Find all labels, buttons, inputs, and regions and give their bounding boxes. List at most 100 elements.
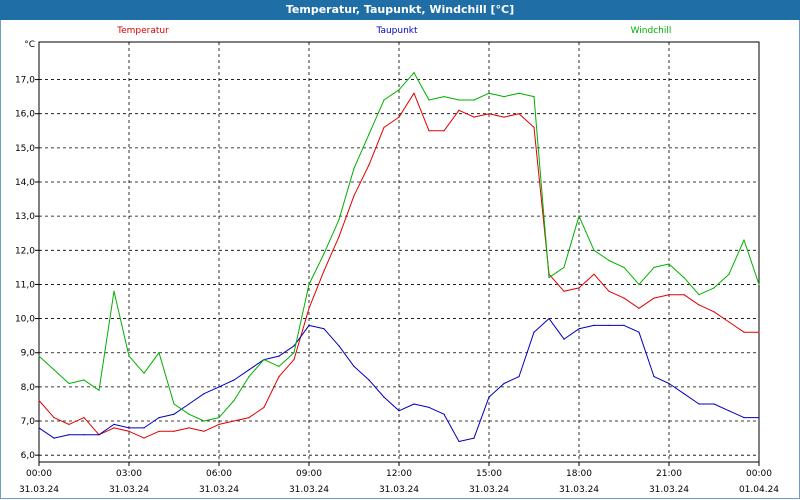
data-point-windchill bbox=[203, 420, 205, 422]
data-point-temperatur bbox=[428, 130, 430, 132]
x-tick-label-time: 12:00 bbox=[386, 469, 412, 479]
data-point-windchill bbox=[68, 382, 70, 385]
data-point-windchill bbox=[338, 219, 340, 221]
data-point-taupunkt bbox=[683, 393, 685, 395]
y-tick-label: 9,0 bbox=[21, 349, 36, 359]
data-point-taupunkt bbox=[83, 434, 85, 436]
data-point-taupunkt bbox=[563, 338, 565, 340]
data-point-windchill bbox=[368, 133, 370, 135]
legend-entry-temperatur: Temperatur bbox=[116, 26, 169, 36]
data-point-taupunkt bbox=[578, 328, 580, 330]
data-point-taupunkt bbox=[473, 437, 475, 439]
data-point-temperatur bbox=[488, 113, 490, 115]
data-point-taupunkt bbox=[533, 331, 535, 333]
data-point-taupunkt bbox=[638, 331, 640, 333]
x-tick-label-date: 31.03.24 bbox=[289, 485, 329, 495]
data-point-windchill bbox=[623, 266, 625, 268]
data-point-taupunkt bbox=[728, 410, 730, 412]
data-point-taupunkt bbox=[188, 403, 190, 405]
data-point-temperatur bbox=[743, 331, 745, 333]
data-point-temperatur bbox=[473, 116, 475, 118]
data-point-windchill bbox=[383, 99, 385, 101]
data-point-temperatur bbox=[413, 92, 415, 94]
data-point-windchill bbox=[728, 273, 730, 275]
data-point-windchill bbox=[593, 249, 595, 251]
data-point-windchill bbox=[308, 283, 310, 285]
data-point-temperatur bbox=[158, 430, 160, 432]
data-point-taupunkt bbox=[308, 324, 310, 326]
data-point-windchill bbox=[158, 352, 160, 354]
data-point-temperatur bbox=[368, 164, 370, 166]
data-point-temperatur bbox=[653, 297, 655, 299]
data-point-taupunkt bbox=[428, 406, 430, 408]
data-point-temperatur bbox=[443, 130, 445, 132]
data-point-windchill bbox=[578, 215, 580, 217]
data-point-windchill bbox=[293, 352, 295, 354]
y-tick-label: 17,0 bbox=[15, 76, 35, 86]
data-point-temperatur bbox=[233, 420, 235, 422]
data-point-taupunkt bbox=[173, 413, 175, 415]
data-point-temperatur bbox=[458, 109, 460, 111]
data-point-temperatur bbox=[503, 116, 505, 118]
data-point-windchill bbox=[668, 263, 670, 265]
data-point-temperatur bbox=[338, 236, 340, 238]
data-point-windchill bbox=[113, 290, 115, 292]
data-point-windchill bbox=[38, 355, 40, 357]
data-point-taupunkt bbox=[743, 417, 745, 419]
data-point-windchill bbox=[443, 96, 445, 98]
data-point-temperatur bbox=[683, 294, 685, 296]
data-point-windchill bbox=[128, 355, 130, 357]
x-tick-label-date: 31.03.24 bbox=[199, 485, 239, 495]
data-point-taupunkt bbox=[608, 324, 610, 326]
x-tick-label-time: 06:00 bbox=[206, 469, 232, 479]
x-tick-label-date: 31.03.24 bbox=[379, 485, 419, 495]
data-point-temperatur bbox=[638, 307, 640, 309]
data-point-windchill bbox=[218, 417, 220, 419]
data-point-temperatur bbox=[128, 430, 130, 432]
data-point-temperatur bbox=[53, 417, 55, 419]
data-point-temperatur bbox=[293, 359, 295, 361]
data-point-windchill bbox=[413, 72, 415, 74]
data-point-taupunkt bbox=[338, 345, 340, 347]
data-point-temperatur bbox=[608, 290, 610, 292]
data-point-windchill bbox=[323, 253, 325, 255]
data-point-taupunkt bbox=[488, 396, 490, 398]
y-tick-label: 16,0 bbox=[15, 110, 35, 120]
data-point-taupunkt bbox=[158, 417, 160, 419]
x-tick-label-time: 00:00 bbox=[26, 469, 52, 479]
data-point-taupunkt bbox=[278, 355, 280, 357]
data-point-windchill bbox=[563, 266, 565, 268]
data-point-temperatur bbox=[278, 376, 280, 378]
data-point-taupunkt bbox=[413, 403, 415, 405]
data-point-windchill bbox=[758, 283, 760, 285]
data-point-windchill bbox=[533, 96, 535, 98]
data-point-taupunkt bbox=[503, 382, 505, 385]
data-point-taupunkt bbox=[38, 427, 40, 429]
data-point-temperatur bbox=[263, 406, 265, 408]
data-point-taupunkt bbox=[53, 437, 55, 439]
data-point-temperatur bbox=[758, 331, 760, 333]
data-point-taupunkt bbox=[323, 328, 325, 330]
data-point-windchill bbox=[503, 96, 505, 98]
x-tick-label-date: 31.03.24 bbox=[469, 485, 509, 495]
data-point-temperatur bbox=[668, 294, 670, 296]
x-tick-label-date: 01.04.24 bbox=[739, 485, 779, 495]
data-point-taupunkt bbox=[458, 440, 460, 443]
data-point-temperatur bbox=[38, 399, 40, 402]
data-point-windchill bbox=[398, 89, 400, 91]
data-point-windchill bbox=[608, 259, 610, 262]
data-point-windchill bbox=[278, 365, 280, 367]
data-point-windchill bbox=[233, 399, 235, 402]
data-point-taupunkt bbox=[758, 417, 760, 419]
data-point-windchill bbox=[653, 266, 655, 268]
x-tick-label-time: 15:00 bbox=[476, 469, 502, 479]
x-tick-label-date: 31.03.24 bbox=[109, 485, 149, 495]
data-point-taupunkt bbox=[443, 413, 445, 415]
data-point-windchill bbox=[548, 277, 550, 279]
chart-title: Temperatur, Taupunkt, Windchill [°C] bbox=[0, 0, 800, 20]
y-axis-label: °C bbox=[24, 40, 35, 50]
data-point-temperatur bbox=[533, 126, 535, 128]
y-tick-label: 13,0 bbox=[15, 212, 35, 222]
data-point-temperatur bbox=[728, 321, 730, 323]
data-point-taupunkt bbox=[248, 369, 250, 371]
